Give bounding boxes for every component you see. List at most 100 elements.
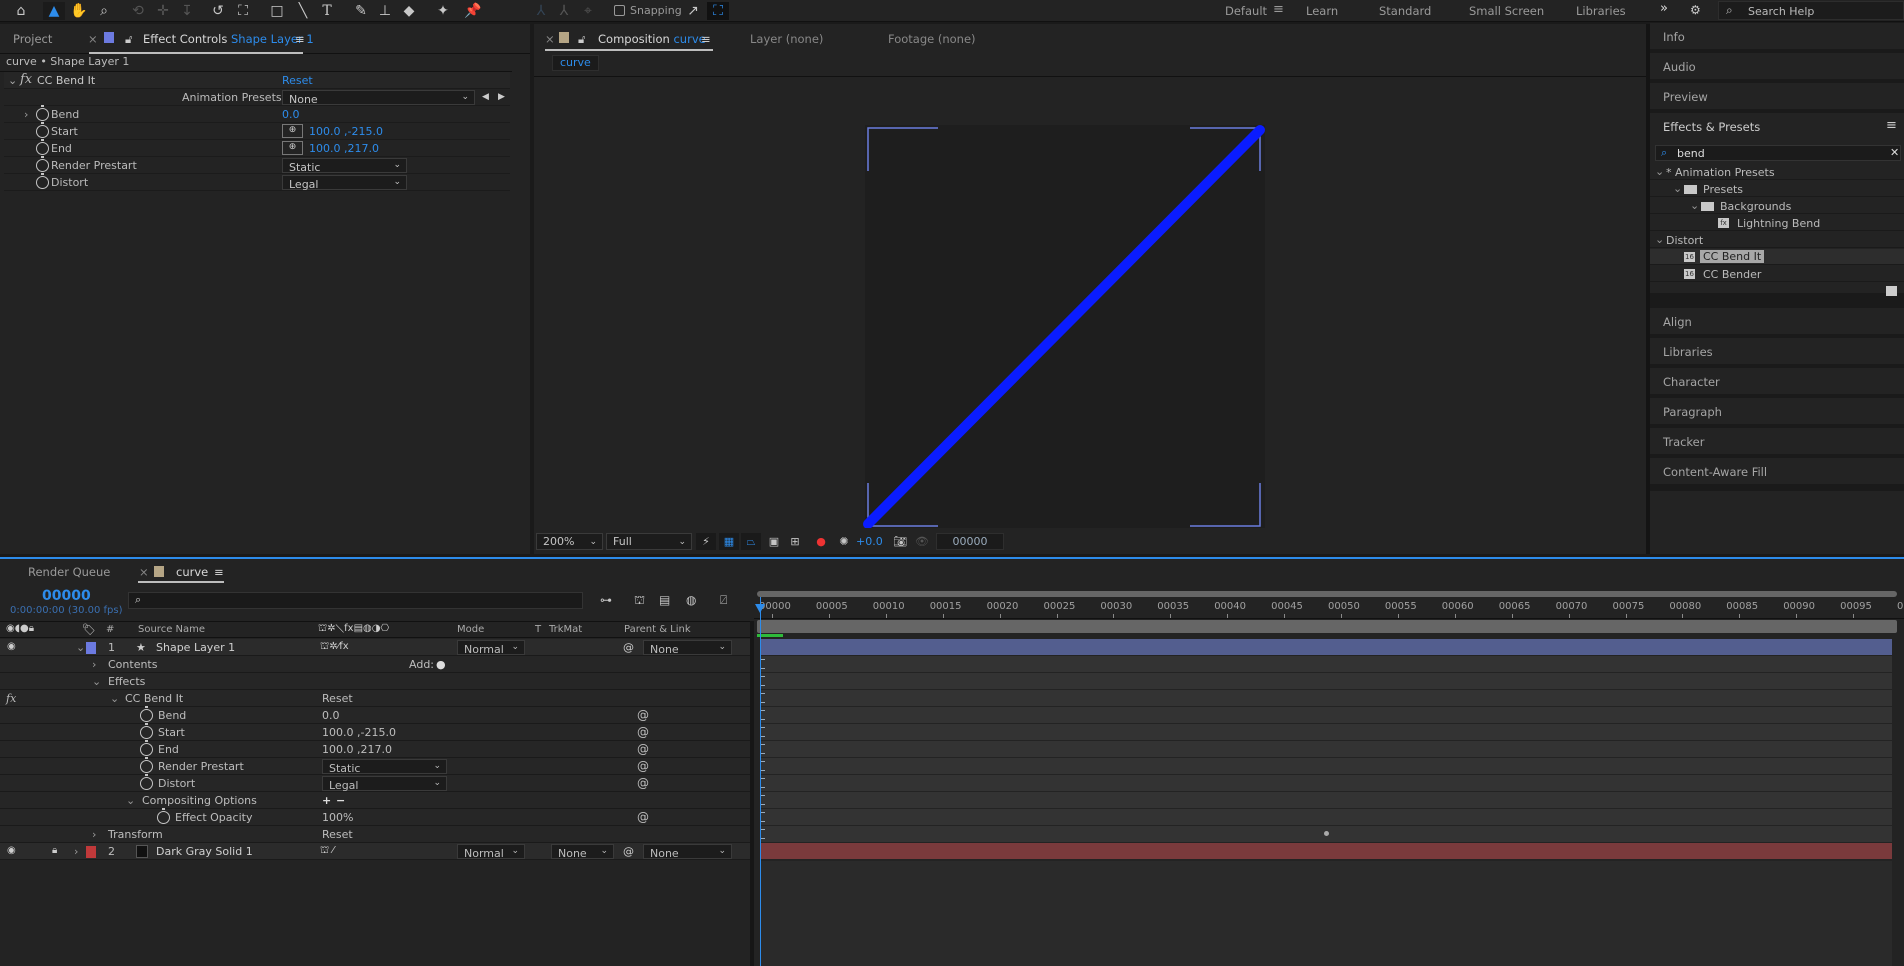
layer-label-color[interactable] (86, 846, 96, 858)
show-snapshot-icon[interactable]: 👁︎ (912, 533, 932, 550)
visibility-eye-icon[interactable]: ◉ (7, 641, 16, 652)
stopwatch-icon[interactable] (140, 740, 153, 756)
panel-menu-icon[interactable]: ≡ (1886, 118, 1897, 133)
add-menu-icon[interactable]: ● (436, 658, 446, 671)
collapse-chevron-icon[interactable]: ⌄ (76, 641, 85, 654)
playhead-handle[interactable] (755, 604, 765, 613)
tree-item-backgrounds[interactable]: ⌄ Backgrounds (1650, 198, 1904, 214)
snapping-checkbox[interactable] (614, 5, 625, 16)
parent-dropdown[interactable]: None ⌄ (643, 640, 732, 656)
effect-reset-link[interactable]: Reset (282, 74, 313, 87)
layer-label-color[interactable] (86, 642, 96, 654)
prop-value-bend[interactable]: 0.0 (282, 108, 300, 121)
layer-bar-1[interactable] (760, 639, 1892, 655)
tab-project[interactable]: Project (13, 32, 52, 46)
snapshot-camera-icon[interactable]: 📷︎ (890, 533, 910, 550)
prop-value-opacity[interactable]: 100 (322, 811, 343, 824)
expression-pickwhip-icon[interactable]: @ (637, 810, 649, 824)
transparency-grid-icon[interactable]: ▦ (719, 533, 739, 550)
workspace-small-screen[interactable]: Small Screen (1469, 4, 1544, 18)
layer-search-input[interactable]: ⌕ (128, 592, 583, 609)
rotation-tool-icon[interactable]: ↺ (207, 2, 229, 20)
stopwatch-icon[interactable] (36, 156, 49, 172)
point-target-icon[interactable]: ⊕ (282, 141, 303, 155)
distort-dropdown[interactable]: Legal ⌄ (282, 175, 407, 191)
workspace-default[interactable]: Default (1225, 4, 1267, 18)
collapse-chevron-icon[interactable]: ⌄ (110, 692, 119, 705)
blend-mode-dropdown[interactable]: Normal ⌄ (457, 844, 525, 860)
workspace-standard[interactable]: Standard (1379, 4, 1431, 18)
pan-tool-icon[interactable]: ✛ (152, 2, 174, 20)
home-icon[interactable]: ⌂ (10, 2, 32, 20)
distort-dropdown[interactable]: Legal ⌄ (322, 776, 447, 792)
property-track[interactable] (760, 741, 1892, 757)
stopwatch-icon[interactable] (36, 105, 49, 121)
blend-mode-dropdown[interactable]: Normal ⌄ (457, 640, 525, 656)
pen-tool-icon[interactable]: ╲ (292, 2, 314, 20)
comp-flowchart-icon[interactable]: ⊶ (600, 593, 612, 607)
current-time-field[interactable]: 00000 (936, 533, 1004, 550)
close-tab-icon[interactable]: × (139, 565, 149, 579)
property-track[interactable] (760, 690, 1892, 706)
tab-footage[interactable]: Footage (none) (888, 32, 976, 46)
fx-icon[interactable]: fx (6, 692, 16, 705)
composition-viewer[interactable] (534, 77, 1646, 528)
parent-dropdown[interactable]: None ⌄ (643, 844, 732, 860)
transform-keyframe-dot[interactable] (1324, 831, 1329, 836)
panel-character[interactable]: Character (1650, 368, 1904, 397)
column-source-name[interactable]: Source Name (138, 624, 205, 635)
tree-item-distort[interactable]: ⌄ Distort (1650, 232, 1904, 248)
prop-value-start[interactable]: 100.0 ,-215.0 (322, 726, 396, 739)
panel-menu-icon[interactable]: ≡ (295, 32, 305, 46)
panel-content-aware-fill[interactable]: Content-Aware Fill (1650, 458, 1904, 487)
clear-search-icon[interactable]: ✕ (1890, 146, 1899, 159)
sync-settings-icon[interactable]: ⚙ (1690, 3, 1701, 17)
magnification-dropdown[interactable]: 200% ⌄ (536, 533, 603, 550)
lock-icon[interactable]: 🔓︎ (125, 32, 132, 47)
prop-value-end[interactable]: 100.0 ,217.0 (309, 142, 379, 155)
stopwatch-icon[interactable] (36, 173, 49, 189)
world-axis-icon[interactable]: ⅄ (553, 2, 575, 20)
clone-stamp-tool-icon[interactable]: ⊥ (374, 2, 396, 20)
tree-item-lightning-bend[interactable]: fx Lightning Bend (1650, 215, 1904, 231)
shy-layers-icon[interactable]: ⛫ (634, 593, 645, 609)
pan-behind-tool-icon[interactable]: ⛶ (232, 2, 254, 20)
layer-name[interactable]: Shape Layer 1 (156, 641, 235, 654)
property-track[interactable] (760, 673, 1892, 689)
prev-preset-icon[interactable]: ◀ (482, 92, 489, 102)
label-tag-icon[interactable]: 🏷︎ (82, 623, 96, 636)
expand-chevron-icon[interactable]: › (24, 108, 28, 121)
effect-reset-link[interactable]: Reset (322, 692, 353, 705)
fast-previews-icon[interactable]: ⚡ (696, 533, 716, 550)
tree-item-presets[interactable]: ⌄ Presets (1650, 181, 1904, 197)
selection-tool-icon[interactable]: ▲ (43, 2, 65, 20)
add-mask-reference-icon[interactable]: + (322, 794, 331, 807)
stopwatch-icon[interactable] (36, 122, 49, 138)
current-time-indicator[interactable] (760, 597, 761, 966)
more-workspaces-icon[interactable]: » (1660, 1, 1668, 16)
panel-menu-icon[interactable]: ≡ (701, 32, 711, 46)
channel-rgb-icon[interactable]: ● (811, 533, 831, 550)
stopwatch-icon[interactable] (36, 139, 49, 155)
panel-align[interactable]: Align (1650, 308, 1904, 337)
tab-timeline-curve[interactable]: curve (176, 565, 208, 579)
mask-feather-icon[interactable]: ⛶ (707, 2, 729, 20)
layer-bar-2[interactable] (760, 843, 1892, 859)
brush-tool-icon[interactable]: ✎ (350, 2, 372, 20)
search-help-input[interactable]: ⌕ Search Help (1718, 1, 1904, 20)
expand-chevron-icon[interactable]: › (92, 658, 96, 671)
property-track[interactable] (760, 656, 1892, 672)
effects-search-input[interactable]: ⌕ bend ✕ (1655, 145, 1901, 161)
local-axis-icon[interactable]: ⅄ (530, 2, 552, 20)
fx-icon[interactable]: fx (20, 72, 32, 87)
panel-preview[interactable]: Preview (1650, 83, 1904, 112)
expression-pickwhip-icon[interactable]: @ (637, 776, 649, 790)
exposure-reset-icon[interactable]: ✺ (834, 533, 854, 550)
panel-libraries[interactable]: Libraries (1650, 338, 1904, 367)
workspace-learn[interactable]: Learn (1306, 4, 1338, 18)
expand-chevron-icon[interactable]: › (92, 828, 96, 841)
property-track[interactable] (760, 809, 1892, 825)
workspace-menu-icon[interactable]: ≡ (1273, 2, 1284, 17)
transform-reset-link[interactable]: Reset (322, 828, 353, 841)
tree-item-cc-bender[interactable]: 16 CC Bender (1650, 266, 1904, 282)
